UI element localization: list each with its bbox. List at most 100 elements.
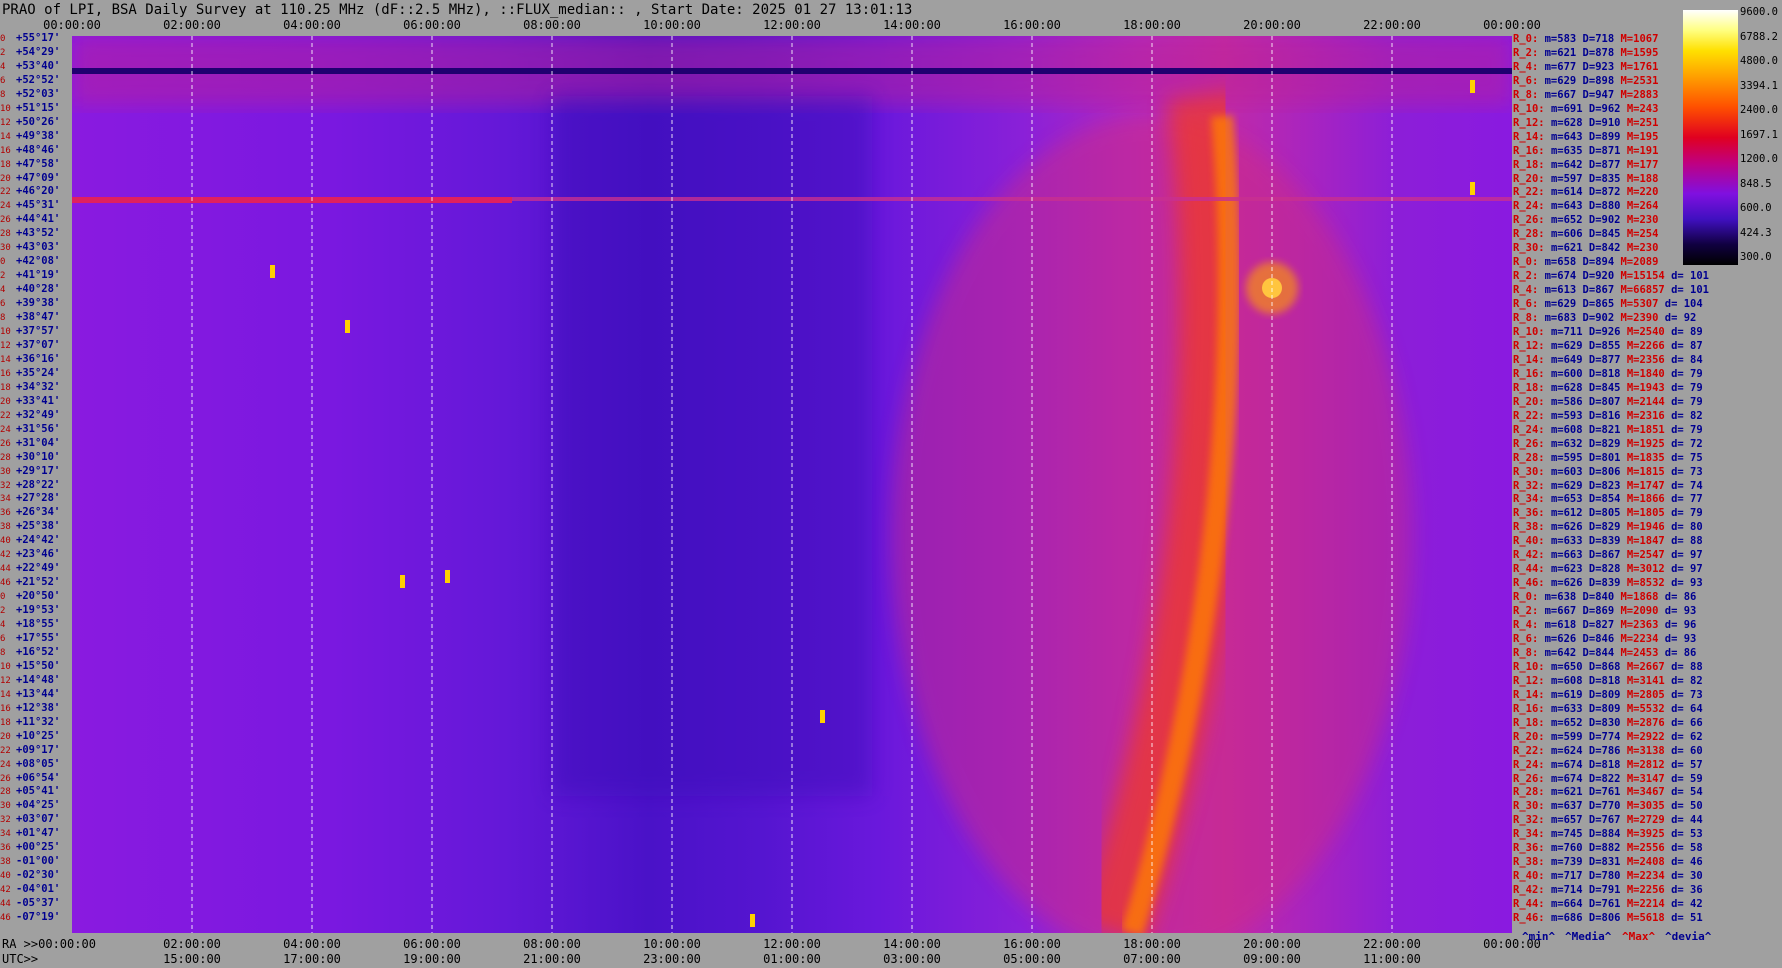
row-index: 18 bbox=[0, 382, 11, 393]
stats-row: R_46: m=686 D=806 M=5618 d= 51 bbox=[1513, 912, 1743, 926]
ra-prefix: RA >>00:00:00 bbox=[2, 937, 96, 951]
stats-deviation: d= 54 bbox=[1671, 786, 1703, 799]
stats-median: D=845 bbox=[1588, 228, 1627, 241]
colorbar bbox=[1683, 10, 1738, 265]
row-index: 12 bbox=[0, 117, 11, 128]
declination-label: 6 +17°55' bbox=[0, 632, 70, 646]
stats-region: R_34: bbox=[1513, 493, 1551, 506]
stats-max: M=2256 bbox=[1626, 884, 1672, 897]
stats-deviation: d= 30 bbox=[1671, 870, 1703, 883]
stats-min: m=633 bbox=[1550, 535, 1589, 548]
colorbar-tick-label: 6788.2 bbox=[1740, 30, 1778, 43]
declination-label: 40 -02°30' bbox=[0, 869, 70, 883]
stats-min: m=603 bbox=[1550, 465, 1589, 478]
declination-value: +42°08' bbox=[16, 255, 61, 268]
stats-min: m=717 bbox=[1550, 870, 1589, 883]
legend-item: ^Max^ bbox=[1622, 930, 1656, 943]
declination-value: +15°50' bbox=[16, 659, 61, 672]
stats-deviation: d= 42 bbox=[1671, 898, 1703, 911]
stats-deviation: d= 79 bbox=[1671, 507, 1703, 520]
stats-min: m=663 bbox=[1550, 549, 1589, 562]
stats-region: R_18: bbox=[1513, 716, 1551, 729]
stats-median: D=835 bbox=[1588, 172, 1627, 185]
stats-region: R_8: bbox=[1513, 312, 1545, 325]
row-index: 26 bbox=[0, 215, 11, 226]
stats-row: R_38: m=626 D=829 M=1946 d= 80 bbox=[1513, 521, 1743, 535]
point-source bbox=[270, 265, 275, 278]
stats-row: R_26: m=674 D=822 M=3147 d= 59 bbox=[1513, 773, 1743, 787]
stats-row: R_14: m=649 D=877 M=2356 d= 84 bbox=[1513, 354, 1743, 368]
point-source bbox=[400, 575, 405, 588]
declination-label: 6 +52°52' bbox=[0, 74, 70, 88]
stats-median: D=809 bbox=[1588, 688, 1627, 701]
declination-label: 30 +43°03' bbox=[0, 241, 70, 255]
stats-row: R_10: m=711 D=926 M=2540 d= 89 bbox=[1513, 326, 1743, 340]
stats-median: D=822 bbox=[1588, 772, 1627, 785]
stats-max: M=2729 bbox=[1626, 814, 1672, 827]
utc-tick-label: 03:00:00 bbox=[883, 952, 941, 966]
stats-deviation: d= 82 bbox=[1671, 409, 1703, 422]
stats-min: m=637 bbox=[1550, 800, 1589, 813]
declination-value: +52°52' bbox=[16, 73, 61, 86]
row-index: 4 bbox=[0, 620, 6, 631]
row-index: 34 bbox=[0, 494, 11, 505]
declination-label: 28 +43°52' bbox=[0, 227, 70, 241]
stats-region: R_2: bbox=[1513, 46, 1545, 59]
utc-tick-label: 17:00:00 bbox=[283, 952, 341, 966]
stats-region: R_14: bbox=[1513, 688, 1551, 701]
stats-region: R_28: bbox=[1513, 451, 1551, 464]
declination-value: +45°31' bbox=[16, 199, 61, 212]
point-source bbox=[345, 320, 350, 333]
declination-value: +44°41' bbox=[16, 213, 61, 226]
stats-region: R_10: bbox=[1513, 102, 1551, 115]
stats-max: M=2363 bbox=[1620, 619, 1665, 632]
stats-min: m=674 bbox=[1550, 758, 1589, 771]
stats-row: R_34: m=653 D=854 M=1866 d= 77 bbox=[1513, 493, 1743, 507]
row-index: 24 bbox=[0, 201, 11, 212]
stats-min: m=593 bbox=[1550, 409, 1589, 422]
stats-min: m=628 bbox=[1550, 116, 1589, 129]
stats-row: R_10: m=650 D=868 M=2667 d= 88 bbox=[1513, 661, 1743, 675]
declination-value: +13°44' bbox=[16, 687, 61, 700]
stats-median: D=827 bbox=[1582, 619, 1621, 632]
stats-median: D=831 bbox=[1588, 856, 1627, 869]
row-index: 8 bbox=[0, 89, 6, 100]
stats-max: M=264 bbox=[1626, 200, 1659, 213]
stats-row: R_42: m=714 D=791 M=2256 d= 36 bbox=[1513, 884, 1743, 898]
stats-row: R_18: m=628 D=845 M=1943 d= 79 bbox=[1513, 382, 1743, 396]
stats-row: R_44: m=623 D=828 M=3012 d= 97 bbox=[1513, 563, 1743, 577]
stats-row: R_16: m=600 D=818 M=1840 d= 79 bbox=[1513, 368, 1743, 382]
stats-max: M=3141 bbox=[1626, 674, 1672, 687]
declination-label: 36 +26°34' bbox=[0, 506, 70, 520]
row-index: 6 bbox=[0, 633, 6, 644]
stats-median: D=840 bbox=[1582, 591, 1621, 604]
stats-deviation: d= 79 bbox=[1671, 423, 1703, 436]
declination-value: +20°50' bbox=[16, 590, 61, 603]
row-index: 0 bbox=[0, 592, 6, 603]
ra-bottom-tick: 22:00:00 bbox=[1363, 937, 1421, 951]
row-index: 30 bbox=[0, 801, 11, 812]
stats-row: R_32: m=629 D=823 M=1747 d= 74 bbox=[1513, 480, 1743, 494]
declination-value: +30°10' bbox=[16, 450, 61, 463]
stats-max: M=1835 bbox=[1626, 451, 1672, 464]
ra-tick-label: 04:00:00 bbox=[283, 18, 341, 32]
declination-label: 12 +50°26' bbox=[0, 116, 70, 130]
stats-max: M=2316 bbox=[1626, 409, 1672, 422]
stats-row: R_20: m=599 D=774 M=2922 d= 62 bbox=[1513, 731, 1743, 745]
declination-value: +09°17' bbox=[16, 743, 61, 756]
row-index: 2 bbox=[0, 606, 6, 617]
ra-bottom-tick: 18:00:00 bbox=[1123, 937, 1181, 951]
declination-label: 36 +00°25' bbox=[0, 841, 70, 855]
stats-max: M=177 bbox=[1626, 158, 1659, 171]
declination-label: 2 +19°53' bbox=[0, 604, 70, 618]
declination-label: 8 +38°47' bbox=[0, 311, 70, 325]
declination-value: +41°19' bbox=[16, 269, 61, 282]
declination-label: 32 +03°07' bbox=[0, 813, 70, 827]
stats-median: D=818 bbox=[1588, 367, 1627, 380]
utc-tick-label: 15:00:00 bbox=[163, 952, 221, 966]
stats-region: R_16: bbox=[1513, 144, 1551, 157]
utc-tick-label: 11:00:00 bbox=[1363, 952, 1421, 966]
stats-min: m=642 bbox=[1550, 158, 1589, 171]
stats-max: M=2547 bbox=[1626, 549, 1672, 562]
stats-median: D=962 bbox=[1588, 102, 1627, 115]
